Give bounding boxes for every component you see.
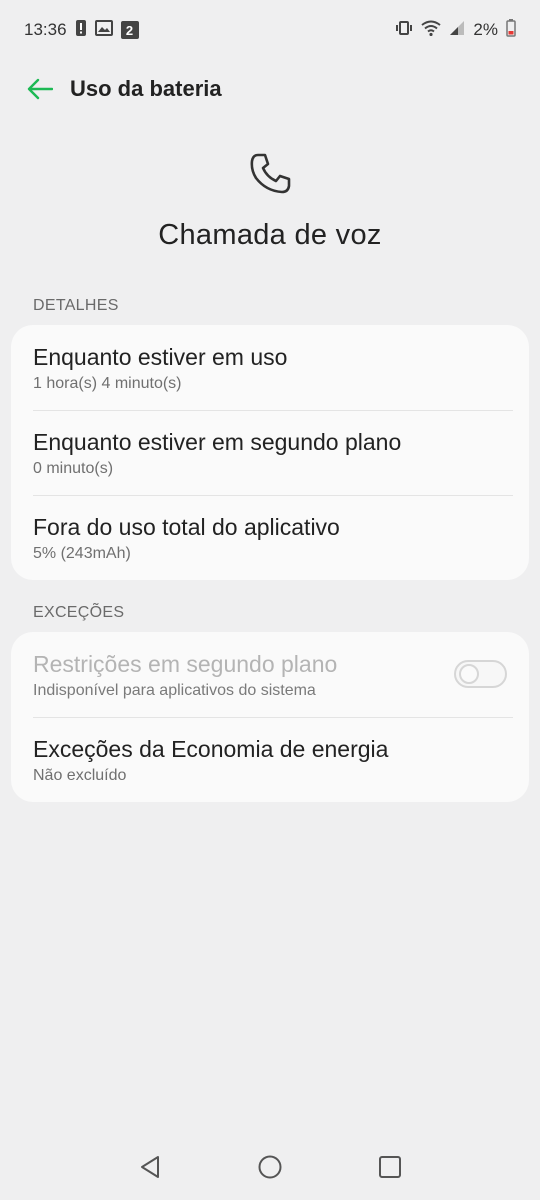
background-restrictions-row: Restrições em segundo plano Indisponível… <box>11 632 529 717</box>
background-restrictions-toggle[interactable] <box>454 660 507 688</box>
alert-notification-icon <box>75 19 87 42</box>
battery-low-icon <box>506 18 516 42</box>
vibrate-icon <box>395 20 413 41</box>
row-subtitle: Indisponível para aplicativos do sistema <box>33 682 316 699</box>
usage-in-use-row[interactable]: Enquanto estiver em uso 1 hora(s) 4 minu… <box>11 325 529 410</box>
details-section-label: DETALHES <box>33 297 119 314</box>
row-title: Enquanto estiver em segundo plano <box>33 429 402 455</box>
triangle-back-icon <box>141 1156 159 1178</box>
total-usage-row[interactable]: Fora do uso total do aplicativo 5% (243m… <box>11 495 529 580</box>
row-title: Fora do uso total do aplicativo <box>33 514 340 540</box>
cell-signal-icon <box>449 20 465 41</box>
nav-recents-button[interactable] <box>370 1147 410 1187</box>
power-saving-exceptions-row[interactable]: Exceções da Economia de energia Não excl… <box>11 717 529 802</box>
row-subtitle: Não excluído <box>33 767 127 784</box>
gallery-notification-icon <box>94 19 113 41</box>
wifi-icon <box>421 20 442 41</box>
toggle-knob <box>459 664 479 684</box>
square-recents-icon <box>379 1156 401 1178</box>
app-bar: Uso da bateria <box>0 60 540 118</box>
navigation-bar <box>0 1134 540 1200</box>
nav-back-button[interactable] <box>130 1147 170 1187</box>
arrow-left-icon <box>27 78 53 100</box>
back-button[interactable] <box>26 75 54 103</box>
status-bar: 13:36 2 2% <box>0 0 540 60</box>
status-time: 13:36 <box>24 20 67 39</box>
phone-icon <box>246 150 294 198</box>
details-card: Enquanto estiver em uso 1 hora(s) 4 minu… <box>11 325 529 580</box>
usage-background-row[interactable]: Enquanto estiver em segundo plano 0 minu… <box>11 410 529 495</box>
row-subtitle: 0 minuto(s) <box>33 460 114 477</box>
row-title: Enquanto estiver em uso <box>33 344 288 370</box>
app-header: Chamada de voz <box>0 150 540 252</box>
notification-count-badge: 2 <box>120 21 139 39</box>
row-title: Restrições em segundo plano <box>33 651 338 677</box>
nav-home-button[interactable] <box>250 1147 290 1187</box>
exceptions-card: Restrições em segundo plano Indisponível… <box>11 632 529 802</box>
row-subtitle: 5% (243mAh) <box>33 545 131 562</box>
app-name: Chamada de voz <box>158 219 382 251</box>
row-subtitle: 1 hora(s) 4 minuto(s) <box>33 375 182 392</box>
exceptions-section-label: EXCEÇÕES <box>33 604 125 621</box>
row-title: Exceções da Economia de energia <box>33 736 389 762</box>
circle-home-icon <box>258 1155 282 1179</box>
battery-percent: 2% <box>473 20 498 39</box>
page-title: Uso da bateria <box>70 76 222 101</box>
